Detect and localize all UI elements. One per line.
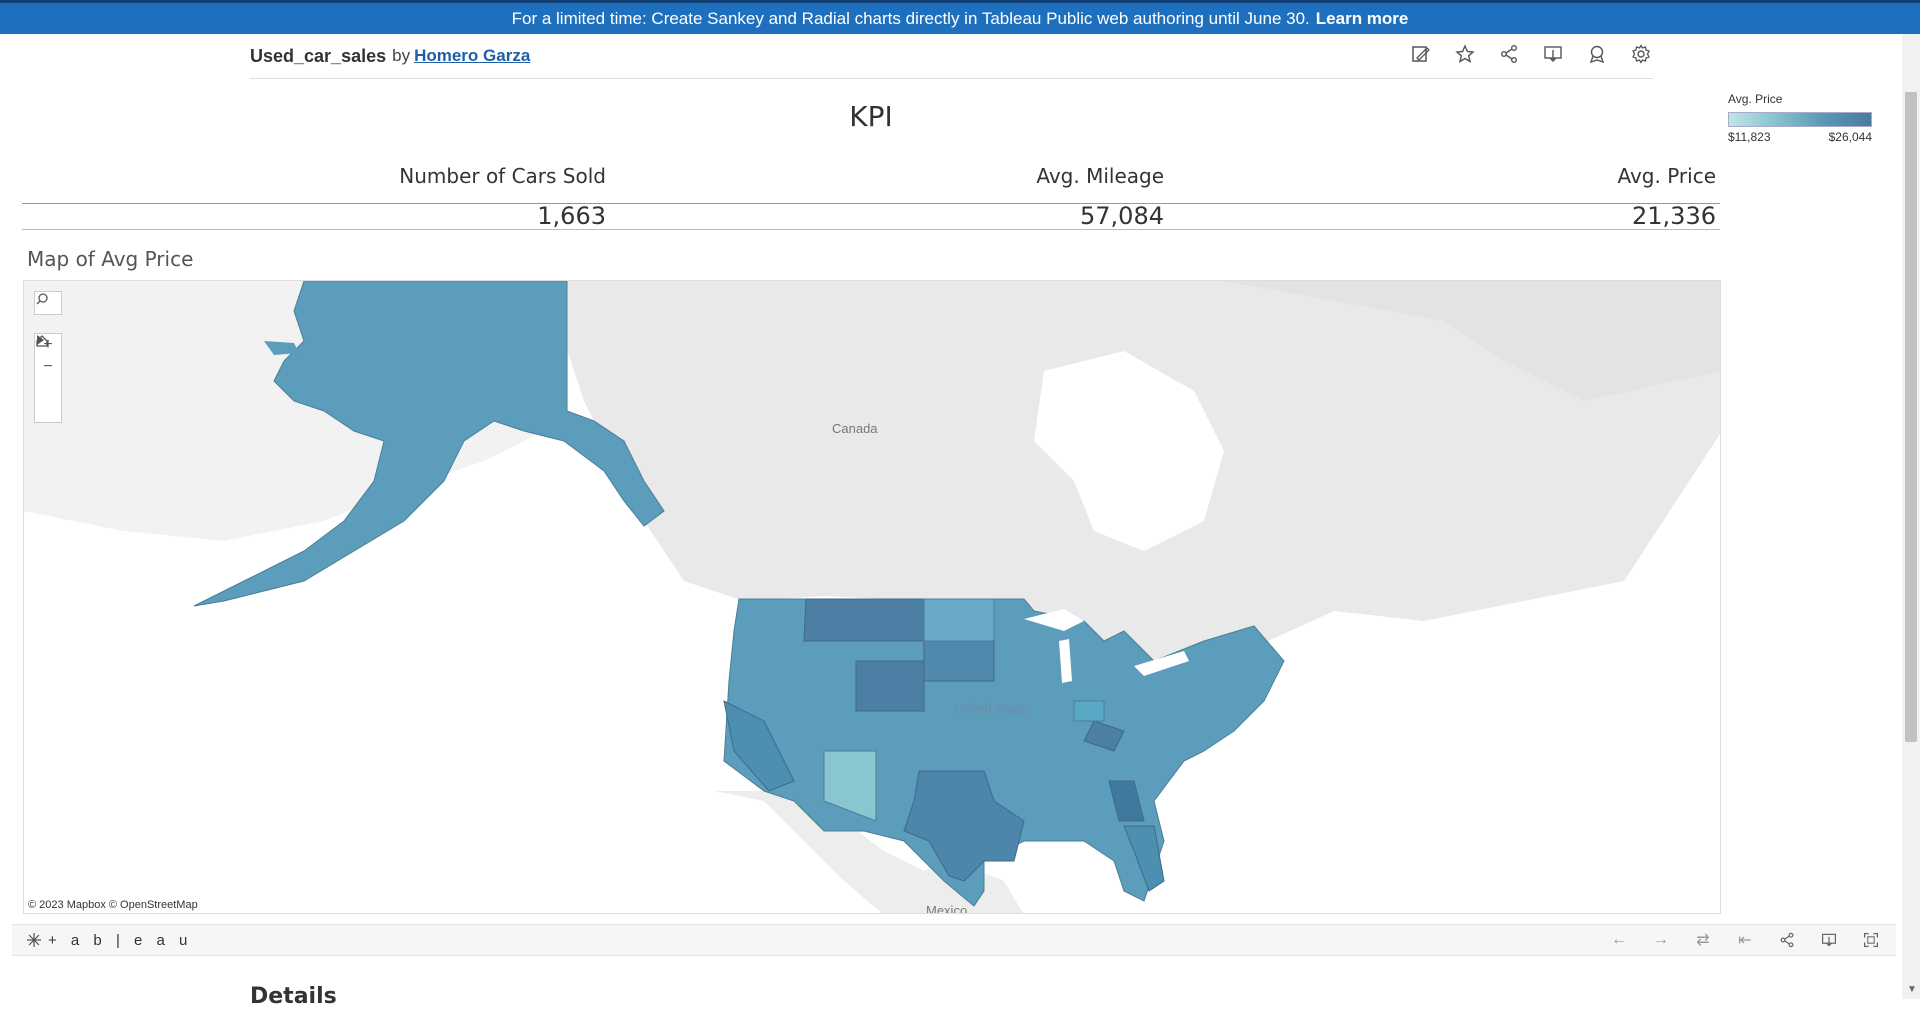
avg-price-map[interactable]: Canada United States Mexico + − © 2023 M… — [23, 280, 1721, 914]
fullscreen-icon[interactable] — [1860, 929, 1882, 951]
legend-title: Avg. Price — [1728, 92, 1783, 106]
share-icon[interactable] — [1497, 42, 1521, 66]
download-icon[interactable] — [1818, 929, 1840, 951]
reset-icon[interactable]: ⇤ — [1734, 929, 1756, 951]
map-label-canada: Canada — [832, 421, 878, 436]
undo-icon[interactable]: ← — [1608, 929, 1630, 951]
kpi-value-avg-price: 21,336 — [1632, 202, 1716, 230]
kpi-value-cars-sold: 1,663 — [537, 202, 606, 230]
learn-more-link[interactable]: Learn more — [1316, 9, 1409, 29]
map-label-mexico: Mexico — [926, 903, 968, 914]
tableau-logo-icon — [27, 933, 41, 947]
kpi-title: KPI — [849, 100, 893, 133]
map-zoom-controls: + − — [34, 333, 62, 423]
south-dakota-state[interactable] — [923, 640, 995, 682]
revert-icon[interactable]: ⇄ — [1692, 929, 1714, 951]
north-dakota-state[interactable] — [923, 598, 995, 642]
kpi-header-cars-sold: Number of Cars Sold — [399, 164, 606, 188]
promo-banner: For a limited time: Create Sankey and Ra… — [0, 0, 1920, 34]
zoom-out-icon[interactable]: − — [35, 356, 61, 378]
legend-gradient — [1728, 112, 1872, 127]
tableau-footer: + a b | e a u ← → ⇄ ⇤ — [12, 924, 1896, 956]
legend-max: $26,044 — [1828, 130, 1872, 144]
montana-state[interactable] — [803, 598, 925, 642]
play-icon[interactable] — [35, 335, 61, 422]
viz-title: Used_car_sales — [250, 45, 387, 66]
kpi-header-row: Number of Cars Sold Avg. Mileage Avg. Pr… — [22, 162, 1720, 204]
viz-header: Used_car_sales by Homero Garza — [250, 34, 1653, 79]
scrollbar-thumb[interactable] — [1905, 92, 1917, 742]
scroll-down-icon[interactable]: ▼ — [1907, 984, 1917, 995]
author-link[interactable]: Homero Garza — [414, 46, 530, 66]
kpi-value-avg-mileage: 57,084 — [1080, 202, 1164, 230]
map-attribution[interactable]: © 2023 Mapbox © OpenStreetMap — [28, 899, 198, 911]
share-icon[interactable] — [1776, 929, 1798, 951]
map-canvas — [24, 281, 1720, 913]
wyoming-state[interactable] — [855, 660, 925, 712]
map-label-united-states: United States — [954, 701, 1033, 716]
settings-gear-icon[interactable] — [1629, 42, 1653, 66]
badge-icon[interactable] — [1585, 42, 1609, 66]
page-scrollbar[interactable]: ▼ — [1902, 34, 1920, 999]
search-icon[interactable] — [35, 292, 61, 314]
favorite-star-icon[interactable] — [1453, 42, 1477, 66]
by-label: by — [392, 46, 411, 65]
home-icon[interactable] — [35, 335, 61, 400]
redo-icon[interactable]: → — [1650, 929, 1672, 951]
tableau-logo-text: + a b | e a u — [48, 931, 193, 949]
kpi-header-avg-price: Avg. Price — [1617, 164, 1716, 188]
ohio-state[interactable] — [1073, 700, 1105, 722]
banner-text: For a limited time: Create Sankey and Ra… — [511, 8, 1310, 28]
download-icon[interactable] — [1541, 42, 1565, 66]
footer-toolbar: ← → ⇄ ⇤ — [1608, 929, 1882, 951]
kpi-value-row: 1,663 57,084 21,336 — [22, 202, 1720, 230]
map-title: Map of Avg Price — [27, 247, 194, 271]
kpi-header-avg-mileage: Avg. Mileage — [1036, 164, 1164, 188]
tableau-logo[interactable]: + a b | e a u — [26, 932, 192, 949]
avg-price-legend: Avg. Price $11,823 $26,044 — [1728, 92, 1878, 144]
details-heading: Details — [250, 984, 337, 1009]
viz-toolbar — [1409, 42, 1653, 66]
edit-icon[interactable] — [1409, 42, 1433, 66]
legend-min: $11,823 — [1728, 130, 1771, 144]
map-search-control — [34, 291, 62, 315]
